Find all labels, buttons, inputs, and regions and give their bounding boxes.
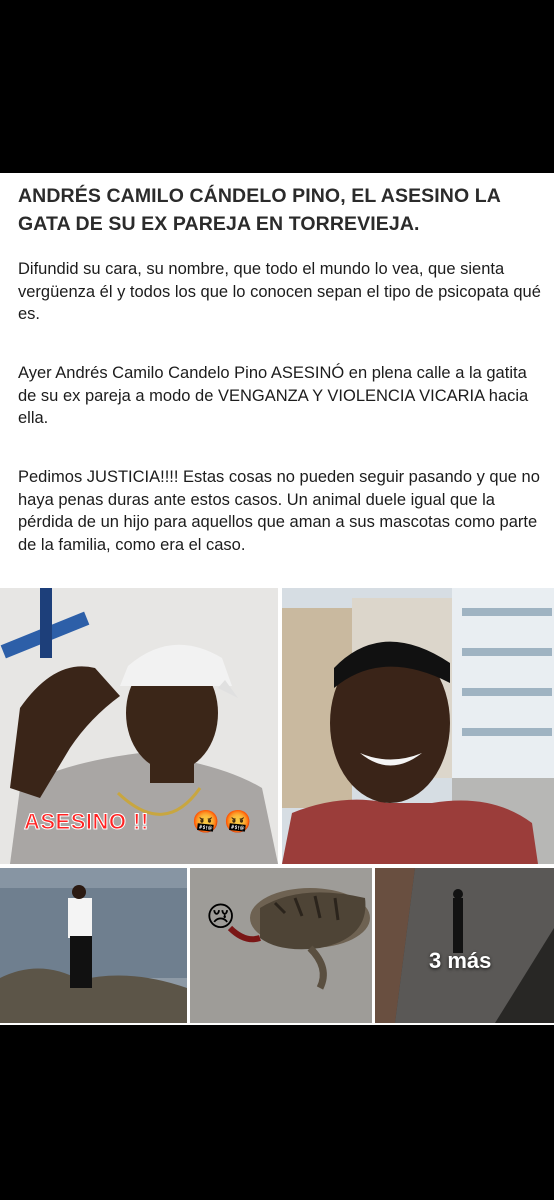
post-card: ANDRÉS CAMILO CÁNDELO PINO, EL ASESINO L… xyxy=(0,173,554,1025)
photo-cat[interactable]: 😢 xyxy=(190,868,372,1023)
post-paragraph-3: Pedimos JUSTICIA!!!! Estas cosas no pued… xyxy=(18,468,540,554)
crying-emoji-icon: 😢 xyxy=(206,900,236,933)
photo-street-more[interactable]: 3 más xyxy=(375,868,554,1023)
angry-emoji-icon: 🤬 xyxy=(192,810,220,835)
photo-selfie-smile[interactable] xyxy=(282,588,554,864)
photo-selfie-cap[interactable]: ASESINO !! 🤬 🤬 xyxy=(0,588,278,864)
photo-sea-standing[interactable] xyxy=(0,868,187,1023)
more-photos-overlay xyxy=(375,868,554,1023)
angry-emoji-icon: 🤬 xyxy=(224,810,252,835)
more-photos-label[interactable]: 3 más xyxy=(429,948,491,974)
overlay-text-asesino: ASESINO !! xyxy=(24,809,149,835)
post-paragraph-2: Ayer Andrés Camilo Candelo Pino ASESINÓ … xyxy=(18,364,529,427)
post-title: ANDRÉS CAMILO CÁNDELO PINO, EL ASESINO L… xyxy=(18,185,501,235)
post-paragraph-1: Difundid su cara, su nombre, que todo el… xyxy=(18,260,541,323)
